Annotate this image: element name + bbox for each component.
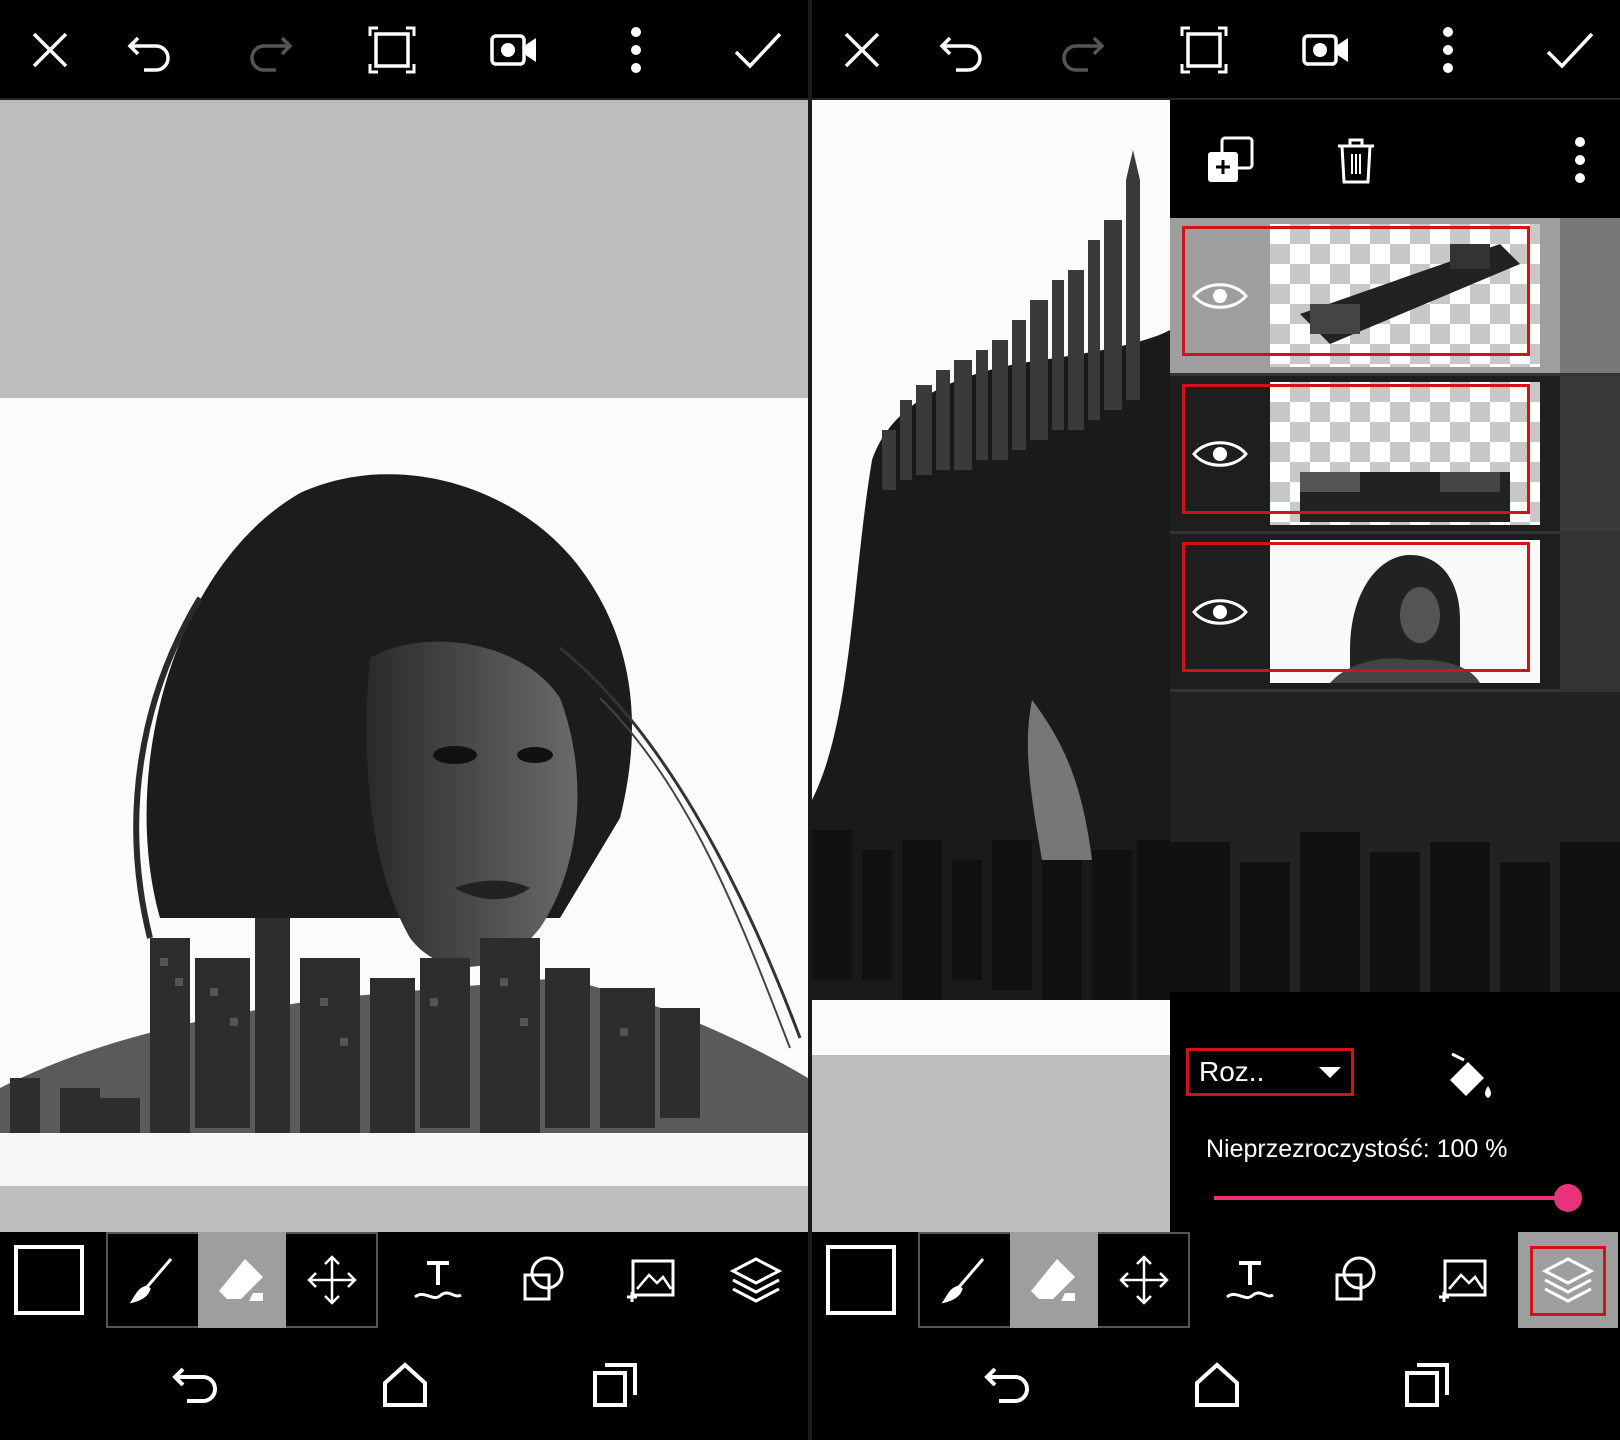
layer-row[interactable]: [1170, 218, 1620, 376]
editor-screen-right: Roz.. Nieprzezroczystość: 100 %: [812, 0, 1620, 1440]
add-photo-icon[interactable]: [1422, 1232, 1502, 1328]
brush-icon[interactable]: [920, 1232, 1008, 1328]
tools-bar: [0, 1232, 808, 1328]
layer-row[interactable]: [1170, 534, 1620, 692]
check-icon[interactable]: [1540, 20, 1600, 80]
move-icon[interactable]: [1100, 1232, 1188, 1328]
undo-icon[interactable]: [932, 20, 992, 80]
eye-icon[interactable]: [1170, 534, 1270, 689]
layer-preview-edge: [1560, 534, 1620, 689]
move-icon[interactable]: [288, 1232, 376, 1328]
back-icon[interactable]: [972, 1350, 1042, 1420]
layer-row[interactable]: [1170, 376, 1620, 534]
opacity-label: Nieprzezroczystość: 100 %: [1206, 1135, 1508, 1163]
close-icon[interactable]: [832, 20, 892, 80]
canvas-behind-panel: [1170, 692, 1620, 992]
system-navigation-bar: [812, 1328, 1620, 1440]
double-exposure-photo[interactable]: [0, 398, 808, 1186]
city-bottom-layer-thumbnail: [1270, 382, 1540, 525]
check-icon[interactable]: [728, 20, 788, 80]
editing-canvas[interactable]: [0, 100, 808, 1232]
text-icon[interactable]: [398, 1232, 478, 1328]
more-vertical-icon[interactable]: [1550, 130, 1610, 190]
more-vertical-icon[interactable]: [1418, 20, 1478, 80]
double-exposure-photo[interactable]: [812, 100, 1170, 1055]
layers-panel: Roz.. Nieprzezroczystość: 100 %: [1170, 100, 1620, 1232]
layer-preview-edge: [1560, 218, 1620, 373]
top-toolbar: [0, 0, 808, 100]
blend-mode-dropdown[interactable]: Roz..: [1186, 1048, 1354, 1096]
layers-icon[interactable]: [716, 1232, 796, 1328]
close-icon[interactable]: [20, 20, 80, 80]
undo-icon[interactable]: [120, 20, 180, 80]
video-record-icon[interactable]: [484, 20, 544, 80]
eye-icon[interactable]: [1170, 376, 1270, 531]
delete-layer-icon[interactable]: [1326, 130, 1386, 190]
redo-icon: [240, 20, 300, 80]
blend-mode-value: Roz..: [1199, 1056, 1265, 1087]
color-swatch[interactable]: [826, 1245, 896, 1315]
portrait-image: [0, 474, 808, 1186]
portrait-layer-thumbnail: [1270, 540, 1540, 683]
layers-toolbar: [1170, 100, 1620, 218]
chevron-down-icon: [1319, 1067, 1341, 1078]
color-swatch[interactable]: [14, 1245, 84, 1315]
layers-icon[interactable]: [1518, 1232, 1618, 1328]
recents-icon[interactable]: [1392, 1350, 1462, 1420]
brush-icon[interactable]: [108, 1232, 196, 1328]
recents-icon[interactable]: [580, 1350, 650, 1420]
opacity-slider-track[interactable]: [1214, 1196, 1568, 1200]
top-toolbar: [812, 0, 1620, 100]
redo-icon: [1052, 20, 1112, 80]
tools-bar: [812, 1232, 1620, 1328]
city-skyline-layer-thumbnail: [1270, 224, 1540, 367]
eye-icon[interactable]: [1170, 218, 1270, 373]
layer-preview-edge: [1560, 376, 1620, 531]
shape-icon[interactable]: [502, 1232, 582, 1328]
video-record-icon[interactable]: [1296, 20, 1356, 80]
shape-icon[interactable]: [1314, 1232, 1394, 1328]
home-icon[interactable]: [1182, 1350, 1252, 1420]
text-icon[interactable]: [1210, 1232, 1290, 1328]
fit-screen-icon[interactable]: [362, 20, 422, 80]
add-photo-icon[interactable]: [610, 1232, 690, 1328]
editor-screen-left: [0, 0, 808, 1440]
back-icon[interactable]: [160, 1350, 230, 1420]
fit-screen-icon[interactable]: [1174, 20, 1234, 80]
more-vertical-icon[interactable]: [606, 20, 666, 80]
eraser-icon[interactable]: [198, 1232, 286, 1328]
system-navigation-bar: [0, 1328, 808, 1440]
skyline-portrait-image: [812, 150, 1170, 1055]
eraser-icon[interactable]: [1010, 1232, 1098, 1328]
opacity-slider-thumb[interactable]: [1554, 1184, 1582, 1212]
home-icon[interactable]: [370, 1350, 440, 1420]
fill-bucket-icon[interactable]: [1442, 1052, 1494, 1104]
duplicate-layer-icon[interactable]: [1200, 130, 1260, 190]
